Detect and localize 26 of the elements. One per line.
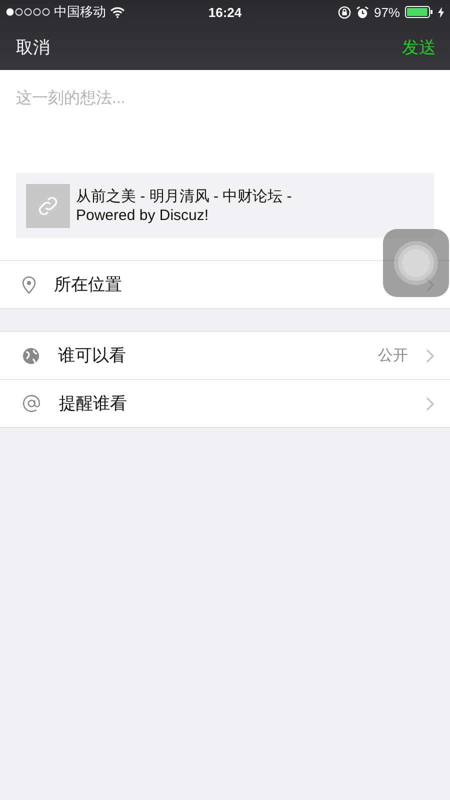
link-card[interactable]: 从前之美 - 明月清风 - 中财论坛 - Powered by Discuz!	[16, 173, 434, 238]
location-label: 所在位置	[54, 274, 123, 296]
alarm-icon	[356, 6, 369, 18]
option-row[interactable]: 提醒谁看	[0, 379, 450, 427]
rotation-lock-icon	[338, 6, 351, 18]
globe-icon	[22, 346, 40, 364]
at-sign-icon	[22, 394, 41, 413]
battery-icon	[405, 6, 433, 18]
option-label: 谁可以看	[58, 345, 127, 367]
chevron-icon	[426, 396, 434, 410]
post-text-field[interactable]: 这一刻的想法...	[0, 70, 450, 173]
carrier-name: 中国移动	[54, 3, 106, 21]
location-pin-icon	[22, 276, 36, 294]
send-button[interactable]: 发送	[402, 36, 436, 58]
cancel-button[interactable]: 取消	[16, 36, 50, 58]
chevron-icon	[426, 348, 434, 362]
signal-icon	[6, 8, 50, 16]
option-row[interactable]: 谁可以看 公开	[0, 332, 450, 379]
option-value: 公开	[378, 346, 408, 365]
touch-circle-icon	[393, 240, 439, 286]
battery-percent: 97%	[374, 4, 400, 20]
option-label: 提醒谁看	[59, 393, 128, 415]
clock-time: 16:24	[208, 4, 242, 20]
assistive-touch-button[interactable]	[383, 229, 449, 297]
link-title: 从前之美 - 明月清风 - 中财论坛 - Powered by Discuz!	[76, 186, 293, 224]
wifi-icon	[110, 6, 125, 18]
